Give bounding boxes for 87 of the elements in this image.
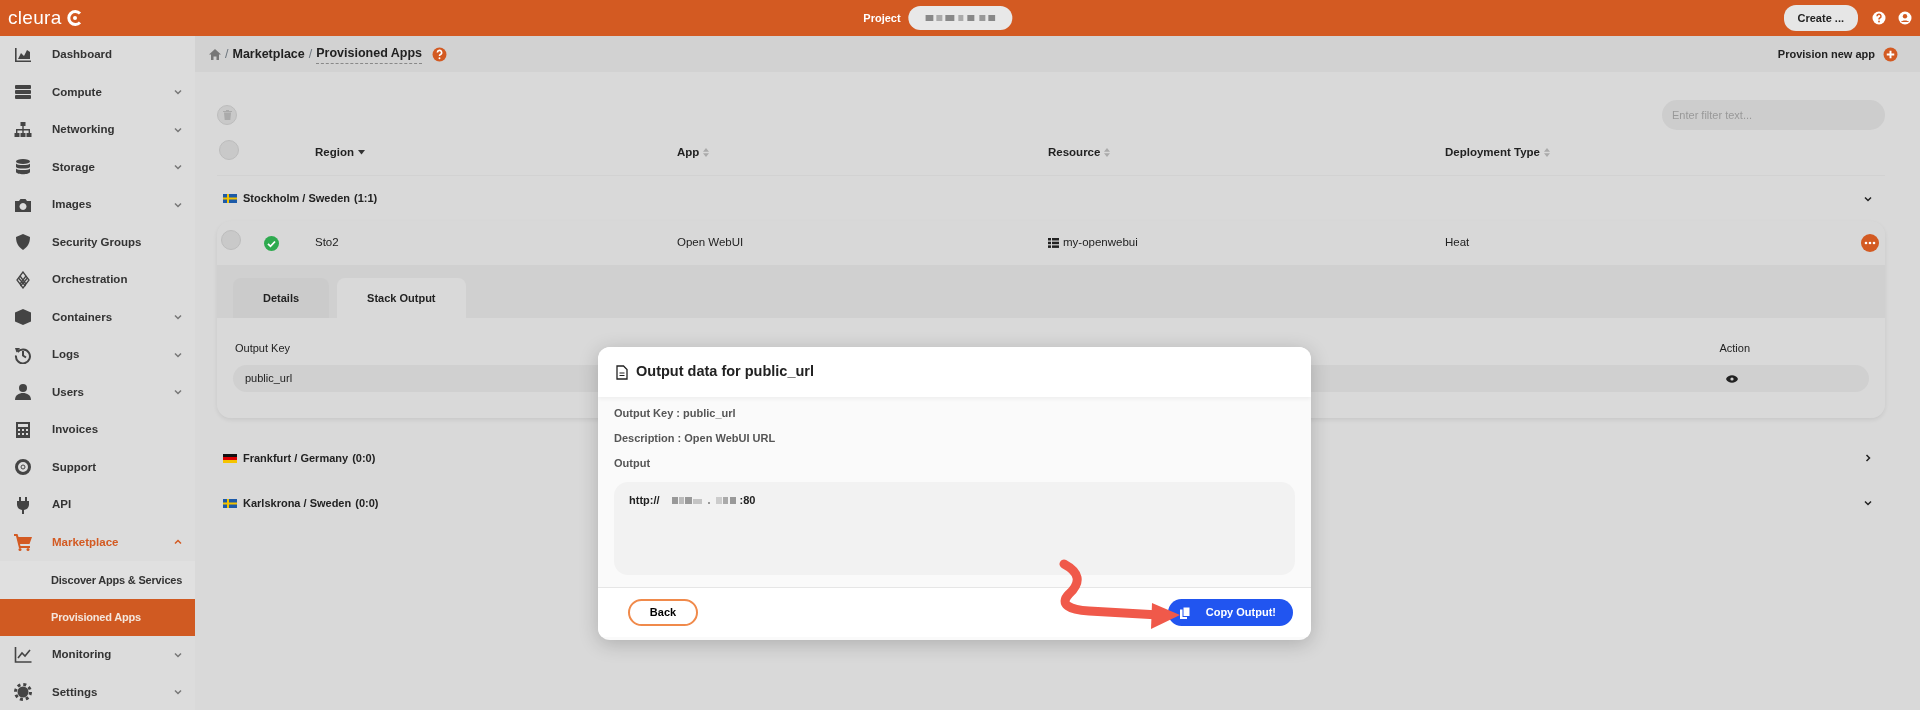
- trash-icon: [222, 110, 232, 120]
- sidebar-item[interactable]: Compute: [0, 73, 195, 111]
- column-header[interactable]: App: [677, 143, 1048, 162]
- modal-title: Output data for public_url: [636, 362, 815, 382]
- copy-output-button[interactable]: Copy Output!: [1167, 599, 1293, 626]
- delete-button[interactable]: [217, 105, 237, 125]
- table-cell-text: Heat: [1445, 235, 1471, 251]
- row-checkbox[interactable]: [221, 230, 241, 251]
- line-chart-icon: [14, 645, 32, 664]
- copy-icon: [1179, 606, 1190, 619]
- sidebar-item[interactable]: API: [0, 486, 195, 524]
- chart-icon: [14, 45, 32, 64]
- history-icon: [14, 345, 32, 364]
- network-icon: [14, 120, 32, 139]
- region-count: (0:0): [352, 450, 376, 466]
- list-icon: [1048, 238, 1059, 248]
- sidebar-item[interactable]: Settings: [0, 673, 195, 710]
- eye-icon: [1726, 374, 1738, 383]
- add-icon: [1883, 46, 1898, 62]
- select-all-checkbox[interactable]: [219, 140, 239, 160]
- column-header[interactable]: Deployment Type: [1445, 143, 1845, 162]
- breadcrumb-separator: /: [308, 45, 313, 63]
- flag-icon: [223, 498, 237, 508]
- sidebar-item[interactable]: Storage: [0, 148, 195, 186]
- sidebar-item[interactable]: Support: [0, 448, 195, 486]
- plug-icon: [14, 495, 32, 514]
- breadcrumb-link[interactable]: Provisioned Apps: [316, 44, 423, 64]
- table-cell-text: Sto2: [315, 235, 340, 251]
- project-label: Project: [863, 10, 901, 26]
- database-icon: [14, 158, 32, 177]
- sidebar-item[interactable]: Dashboard: [0, 36, 195, 74]
- breadcrumb-link[interactable]: Marketplace: [232, 44, 305, 64]
- sidebar-item[interactable]: Orchestration: [0, 261, 195, 299]
- region-group-title: Stockholm / Sweden: [243, 191, 350, 207]
- sidebar-item[interactable]: Containers: [0, 298, 195, 336]
- logo-text[interactable]: cleura: [8, 3, 62, 33]
- document-icon: [616, 364, 628, 380]
- help-icon: [432, 46, 448, 62]
- sidebar-item[interactable]: Images: [0, 186, 195, 224]
- column-header[interactable]: Resource: [1048, 143, 1445, 162]
- table-cell-text: public_url: [245, 370, 293, 386]
- column-header: Output Key: [235, 341, 291, 356]
- help-icon: [1872, 11, 1886, 25]
- more-icon: [1861, 234, 1879, 252]
- tab[interactable]: Details: [233, 278, 330, 318]
- chevron-icon[interactable]: [1863, 498, 1873, 508]
- home-icon: [209, 48, 221, 60]
- chevron-icon[interactable]: [1863, 453, 1873, 463]
- provision-link[interactable]: Provision new app: [1777, 45, 1875, 63]
- shield-icon: [14, 233, 32, 252]
- create-button[interactable]: Create ...: [1783, 4, 1858, 32]
- sidebar-item[interactable]: Logs: [0, 336, 195, 374]
- user-icon: [14, 383, 32, 402]
- region-count: (0:0): [355, 495, 379, 511]
- flag-icon: [223, 453, 237, 463]
- sidebar-item[interactable]: Monitoring: [0, 636, 195, 674]
- sidebar-item[interactable]: Networking: [0, 111, 195, 149]
- output-text: :80: [739, 493, 756, 508]
- region-group-title: Frankfurt / Germany: [243, 450, 349, 466]
- sidebar-item[interactable]: Users: [0, 373, 195, 411]
- sidebar-subitem[interactable]: Discover Apps & Services: [0, 561, 195, 599]
- sidebar-item[interactable]: Invoices: [0, 411, 195, 449]
- region-count: (1:1): [353, 191, 378, 207]
- region-group-title: Karlskrona / Sweden: [243, 495, 352, 511]
- cart-icon: [14, 533, 32, 552]
- project-selector[interactable]: [908, 6, 1013, 30]
- redacted-drawing: [671, 495, 736, 505]
- redacted-drawing: [925, 15, 996, 21]
- column-header[interactable]: Region: [315, 143, 677, 162]
- resource-link[interactable]: my-openwebui: [1063, 234, 1138, 252]
- logo-icon: [65, 9, 84, 27]
- tab[interactable]: Stack Output: [337, 278, 466, 318]
- output-text: http://: [629, 493, 660, 508]
- calculator-icon: [14, 420, 32, 439]
- table-cell-text: Open WebUI: [677, 235, 745, 251]
- server-icon: [14, 83, 32, 102]
- field-text: Output Key : public_url: [614, 407, 737, 420]
- user-icon: [1898, 11, 1912, 25]
- flag-icon: [223, 194, 237, 203]
- column-header: Action: [1719, 341, 1750, 356]
- breadcrumb-separator: /: [225, 45, 229, 63]
- diamond-icon: [14, 270, 32, 289]
- field-text: Description : Open WebUI URL: [614, 432, 777, 445]
- lifebuoy-icon: [14, 458, 32, 477]
- field-label: Output: [614, 457, 652, 470]
- back-button[interactable]: Back: [628, 599, 698, 626]
- sidebar-item[interactable]: Security Groups: [0, 223, 195, 261]
